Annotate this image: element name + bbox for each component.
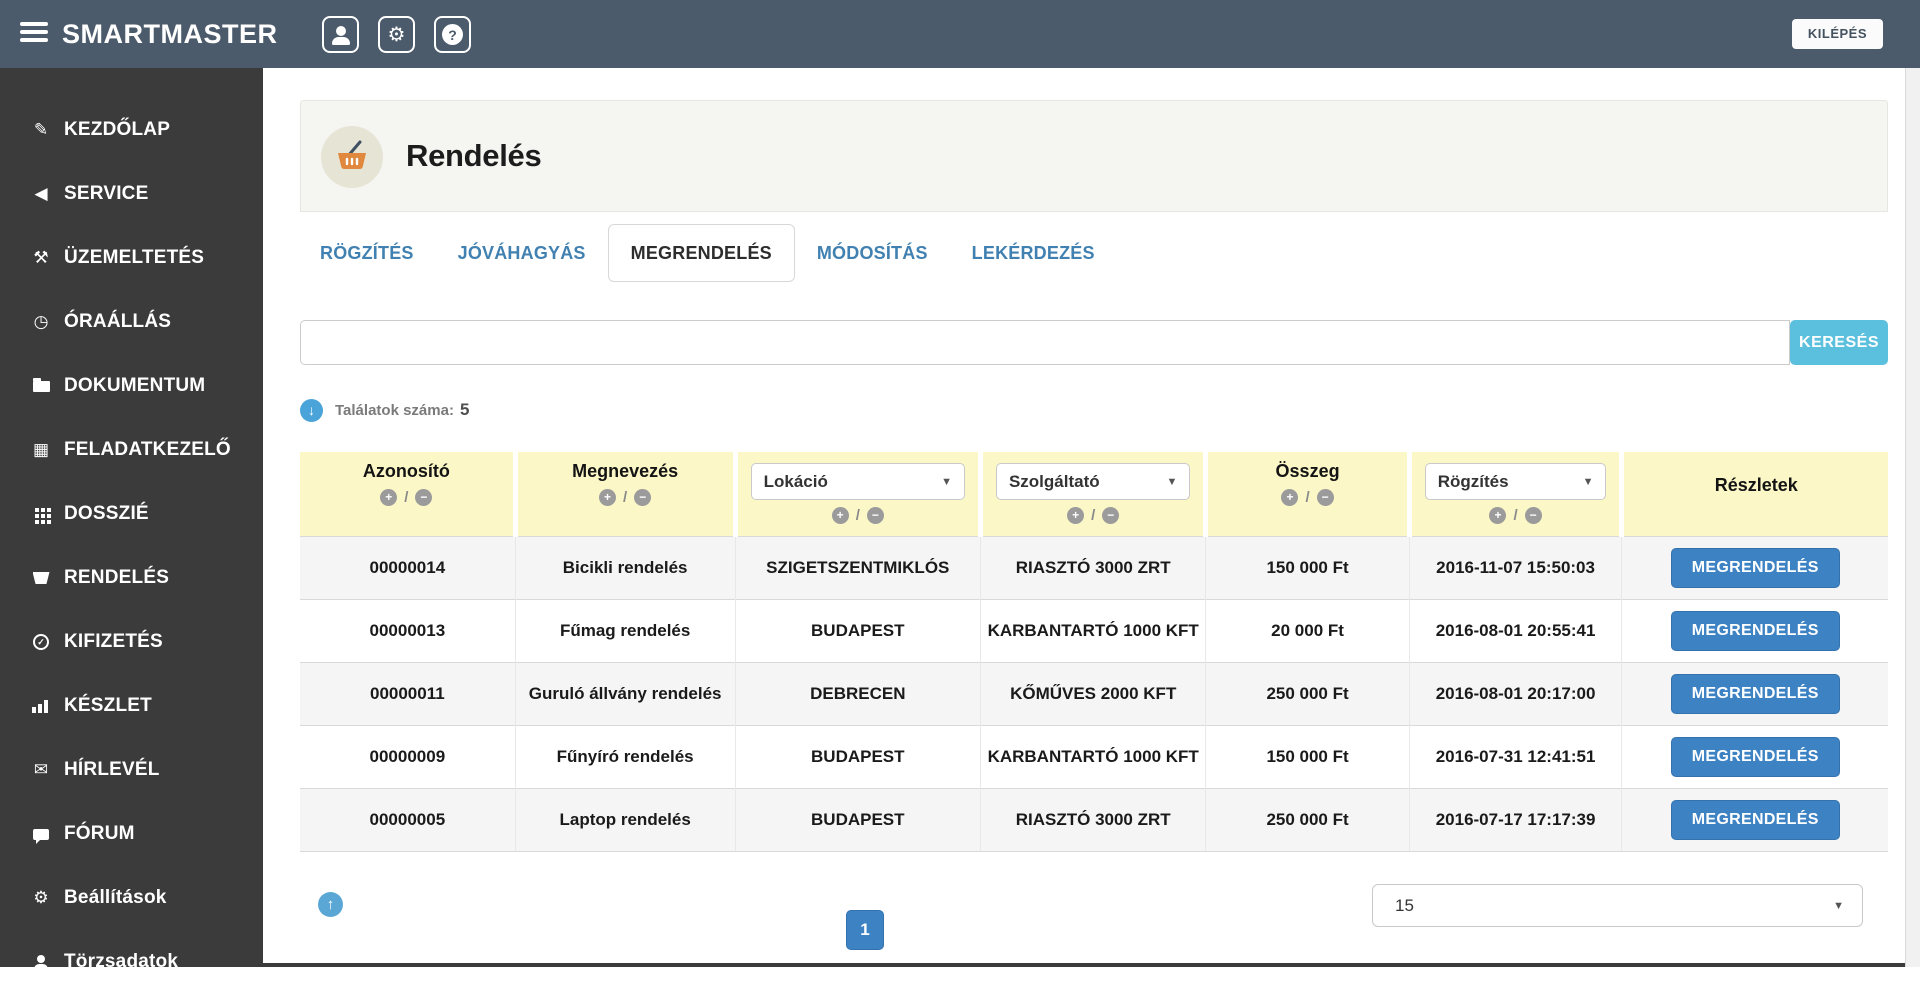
sidebar-item-feladatkezelo[interactable]: ▦ FELADATKEZELŐ (0, 418, 263, 482)
sidebar-item-oraallas[interactable]: ◷ ÓRAÁLLÁS (0, 290, 263, 354)
sidebar-item-forum[interactable]: FÓRUM (0, 802, 263, 866)
results-label: Találatok száma: (335, 402, 454, 419)
wrench-icon: ⚒ (26, 248, 56, 268)
sidebar: ✎ KEZDŐLAP ◀ SERVICE ⚒ ÜZEMELTETÉS ◷ ÓRA… (0, 68, 263, 967)
user-icon (330, 25, 352, 45)
table-row: 00000009 Fűnyíró rendelés BUDAPEST KARBA… (300, 725, 1888, 788)
top-bar: SMARTMASTER ⚙ ? KILÉPÉS (0, 0, 1920, 68)
chevron-down-icon: ▼ (941, 476, 952, 488)
order-details-button[interactable]: MEGRENDELÉS (1671, 737, 1840, 777)
menu-toggle-button[interactable] (20, 22, 48, 46)
tab-megrendeles[interactable]: MEGRENDELÉS (608, 224, 795, 282)
megaphone-icon: ◀ (26, 184, 56, 204)
scrollbar[interactable] (1905, 68, 1920, 967)
sort-asc-button[interactable]: + (1281, 489, 1298, 506)
help-button[interactable]: ? (434, 16, 471, 53)
sidebar-item-rendeles[interactable]: RENDELÉS (0, 546, 263, 610)
search-input[interactable] (300, 320, 1790, 365)
sort-desc-button[interactable]: − (1102, 507, 1119, 524)
table-row: 00000014 Bicikli rendelés SZIGETSZENTMIK… (300, 536, 1888, 599)
sort-desc-button[interactable]: − (1317, 489, 1334, 506)
logout-button[interactable]: KILÉPÉS (1792, 19, 1883, 49)
sidebar-item-dokumentum[interactable]: DOKUMENTUM (0, 354, 263, 418)
order-details-button[interactable]: MEGRENDELÉS (1671, 800, 1840, 840)
sort-asc-button[interactable]: + (1067, 507, 1084, 524)
table-row: 00000011 Guruló állvány rendelés DEBRECE… (300, 662, 1888, 725)
basket-icon (26, 572, 56, 584)
sidebar-item-keszlet[interactable]: KÉSZLET (0, 674, 263, 738)
sidebar-item-torzsadatok[interactable]: Törzsadatok (0, 930, 263, 994)
page-title: Rendelés (406, 101, 541, 211)
gear-icon: ⚙ (388, 25, 406, 45)
page-size-select[interactable]: 15 ▼ (1372, 884, 1863, 927)
search-button[interactable]: KERESÉS (1790, 320, 1888, 365)
orders-table: Azonosító +/− Megnevezés +/− Lokáció ▼ +… (300, 452, 1888, 852)
question-icon: ? (442, 24, 463, 45)
sidebar-item-service[interactable]: ◀ SERVICE (0, 162, 263, 226)
gear-icon: ⚙ (26, 888, 56, 908)
sidebar-item-uzemeltetes[interactable]: ⚒ ÜZEMELTETÉS (0, 226, 263, 290)
check-circle-icon: ✓ (26, 634, 56, 650)
sort-desc-button[interactable]: − (415, 489, 432, 506)
results-summary: ↓ Találatok száma: 5 (300, 398, 469, 422)
table-row: 00000005 Laptop rendelés BUDAPEST RIASZT… (300, 788, 1888, 851)
calendar-icon: ▦ (26, 440, 56, 460)
order-details-button[interactable]: MEGRENDELÉS (1671, 548, 1840, 588)
sort-desc-button[interactable]: − (1525, 507, 1542, 524)
sidebar-item-kezdolap[interactable]: ✎ KEZDŐLAP (0, 98, 263, 162)
sidebar-item-kifizetes[interactable]: ✓ KIFIZETÉS (0, 610, 263, 674)
sort-asc-button[interactable]: + (1489, 507, 1506, 524)
footer-edge (263, 963, 1905, 967)
szolgaltato-filter-select[interactable]: Szolgáltató ▼ (996, 463, 1190, 500)
sort-desc-button[interactable]: − (867, 507, 884, 524)
folder-icon (26, 381, 56, 392)
lokacio-filter-select[interactable]: Lokáció ▼ (751, 463, 965, 500)
tab-rogzites[interactable]: RÖGZÍTÉS (298, 224, 436, 282)
column-megnevezes: Megnevezés +/− (515, 452, 735, 536)
column-azonosito: Azonosító +/− (300, 452, 515, 536)
column-osszeg: Összeg +/− (1206, 452, 1409, 536)
pagination-page-1-button[interactable]: 1 (846, 910, 884, 950)
sort-desc-button[interactable]: − (634, 489, 651, 506)
sidebar-item-dosszie[interactable]: DOSSZIÉ (0, 482, 263, 546)
chevron-down-icon: ▼ (1833, 900, 1844, 912)
user-button[interactable] (322, 16, 359, 53)
search-bar: KERESÉS (300, 320, 1888, 365)
column-lokacio: Lokáció ▼ +/− (735, 452, 980, 536)
sort-asc-button[interactable]: + (832, 507, 849, 524)
person-icon (26, 955, 56, 970)
results-count: 5 (460, 400, 469, 420)
app-brand: SMARTMASTER (62, 0, 278, 68)
clock-icon: ◷ (26, 312, 56, 332)
chevron-down-icon: ▼ (1583, 476, 1594, 488)
chevron-down-icon: ▼ (1167, 476, 1178, 488)
sort-asc-button[interactable]: + (599, 489, 616, 506)
tab-modositas[interactable]: MÓDOSÍTÁS (795, 224, 950, 282)
basket-icon (321, 126, 383, 188)
main-content: Rendelés RÖGZÍTÉS JÓVÁHAGYÁS MEGRENDELÉS… (263, 68, 1905, 967)
sidebar-item-beallitasok[interactable]: ⚙ Beállítások (0, 866, 263, 930)
settings-button[interactable]: ⚙ (378, 16, 415, 53)
column-rogzites: Rögzítés ▼ +/− (1409, 452, 1622, 536)
pencil-icon: ✎ (26, 120, 56, 140)
envelope-icon: ✉ (26, 760, 56, 780)
order-details-button[interactable]: MEGRENDELÉS (1671, 611, 1840, 651)
page-header: Rendelés (300, 100, 1888, 212)
column-reszletek: Részletek (1622, 452, 1888, 536)
sidebar-item-hirlevel[interactable]: ✉ HÍRLEVÉL (0, 738, 263, 802)
table-row: 00000013 Fűmag rendelés BUDAPEST KARBANT… (300, 599, 1888, 662)
table-header-row: Azonosító +/− Megnevezés +/− Lokáció ▼ +… (300, 452, 1888, 536)
rogzites-filter-select[interactable]: Rögzítés ▼ (1425, 463, 1607, 500)
column-szolgaltato: Szolgáltató ▼ +/− (980, 452, 1205, 536)
tab-bar: RÖGZÍTÉS JÓVÁHAGYÁS MEGRENDELÉS MÓDOSÍTÁ… (298, 223, 1117, 283)
tab-lekerdezes[interactable]: LEKÉRDEZÉS (950, 224, 1117, 282)
tab-jovahagyas[interactable]: JÓVÁHAGYÁS (436, 224, 608, 282)
scroll-to-top-button[interactable]: ↑ (318, 892, 343, 917)
sort-asc-button[interactable]: + (380, 489, 397, 506)
arrow-down-circle-icon[interactable]: ↓ (300, 399, 323, 422)
bar-chart-icon (26, 700, 56, 713)
order-details-button[interactable]: MEGRENDELÉS (1671, 674, 1840, 714)
speech-bubble-icon (26, 829, 56, 840)
